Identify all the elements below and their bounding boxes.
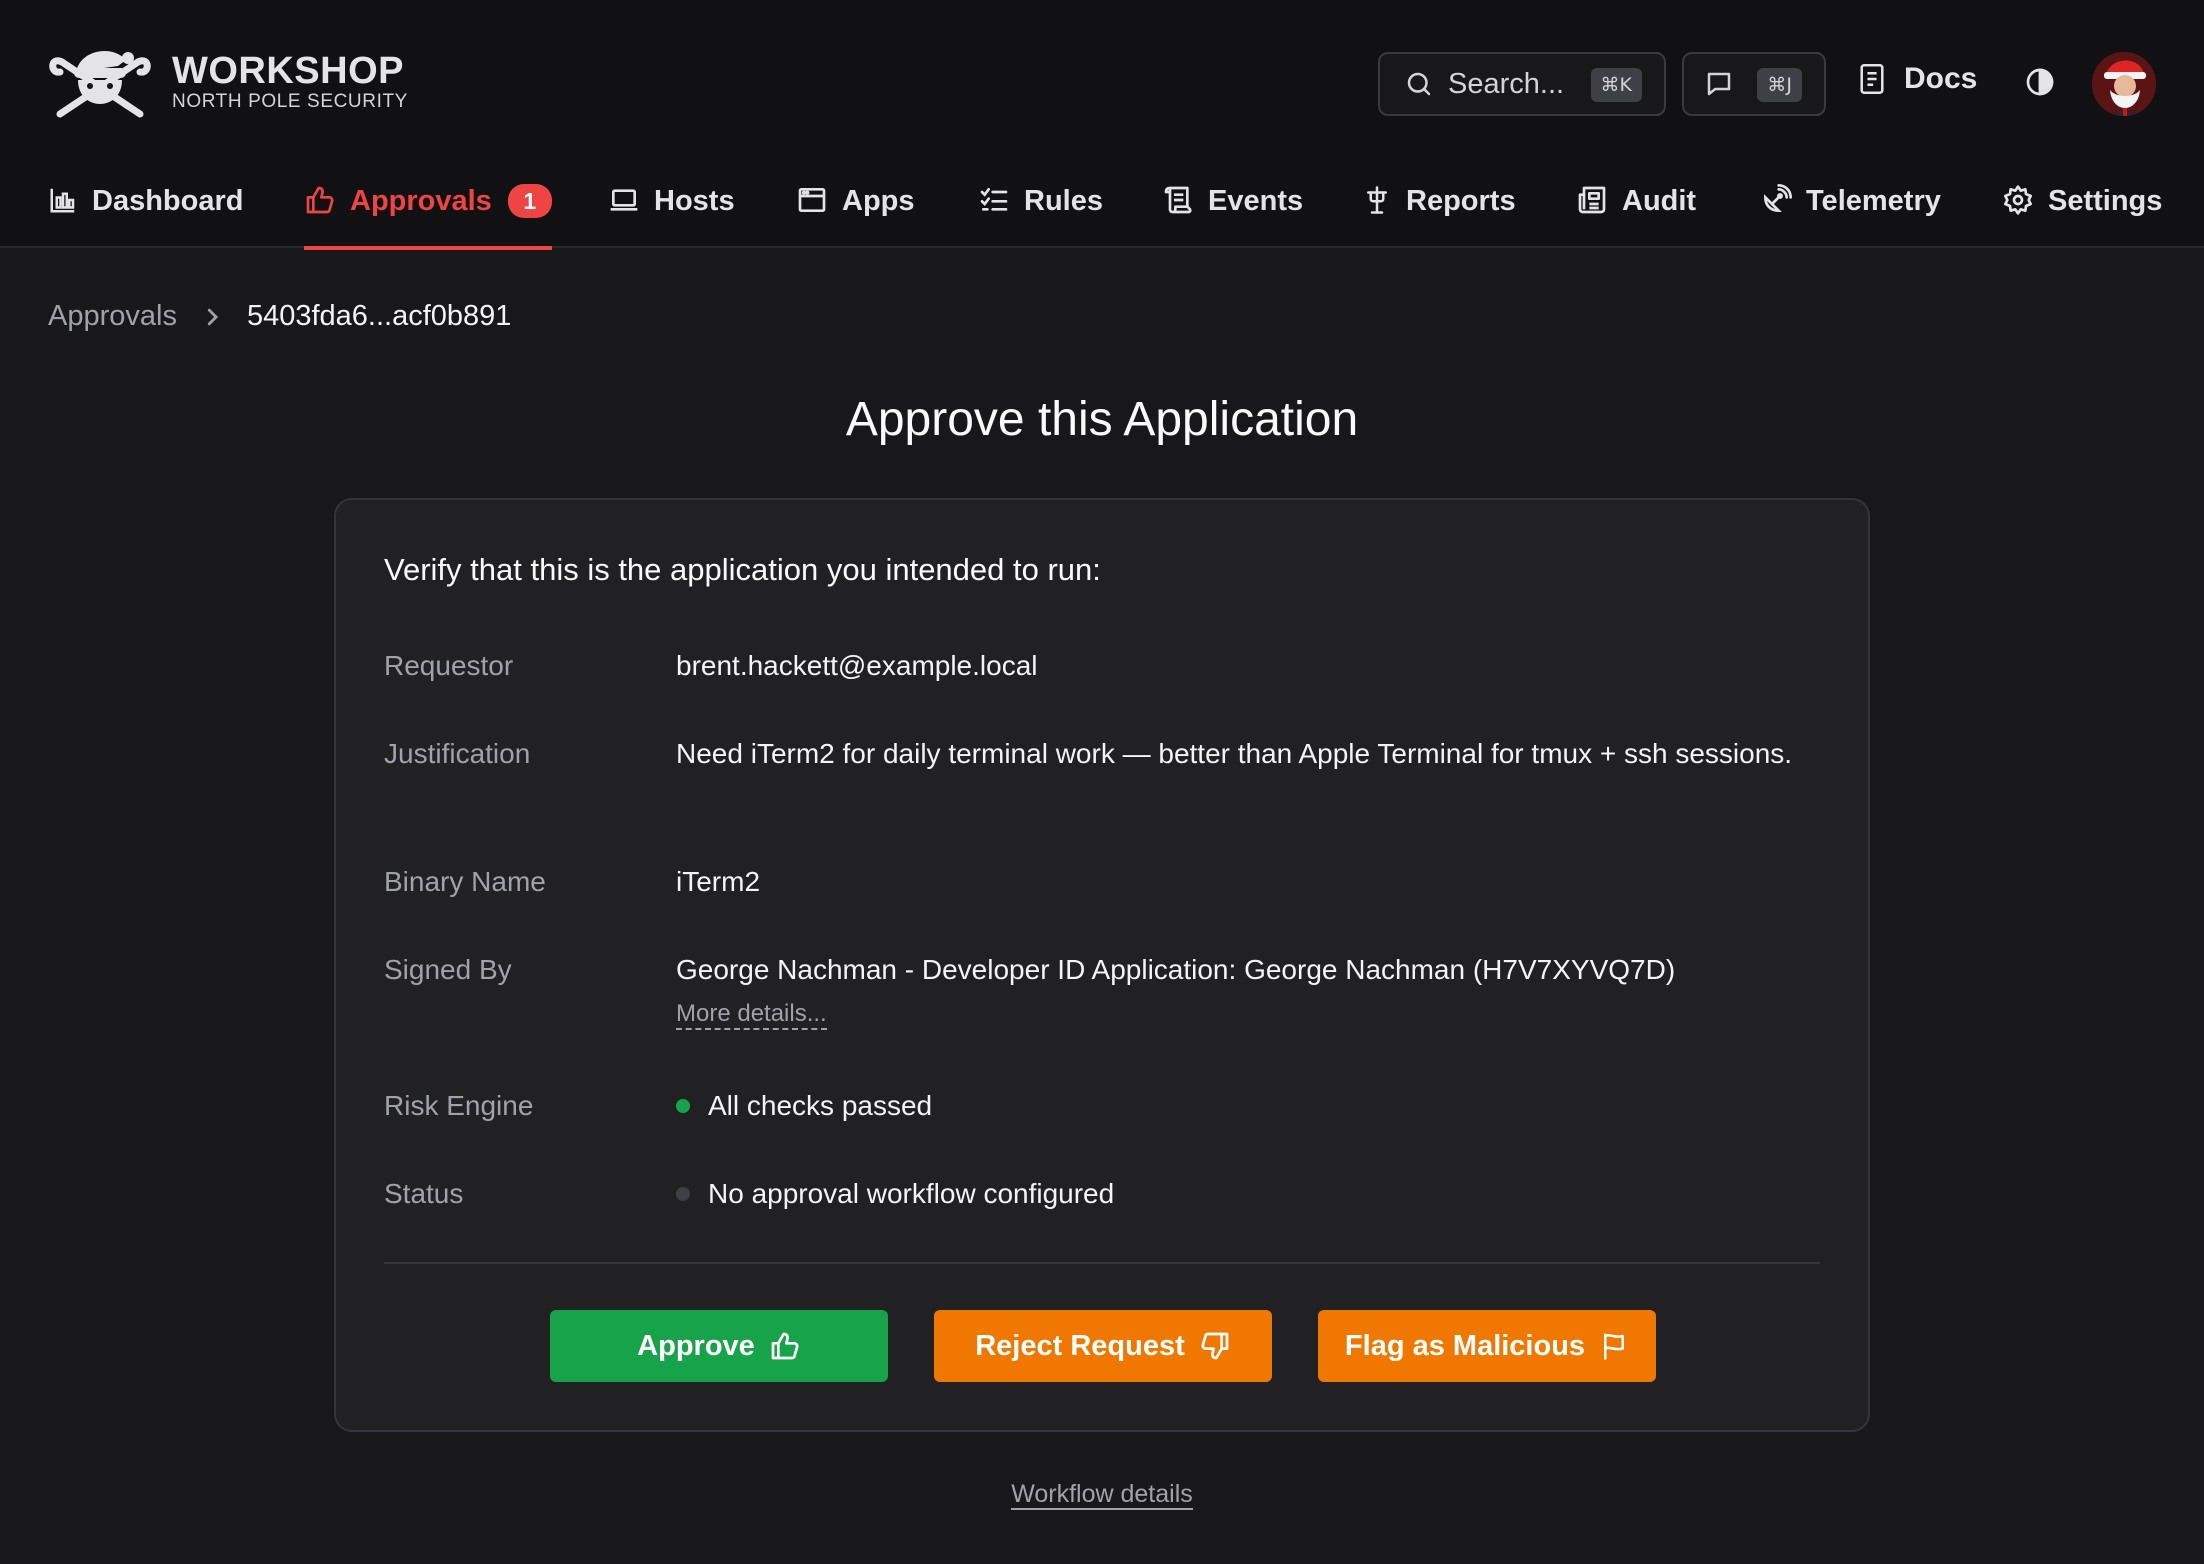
nav-label: Reports: [1406, 185, 1516, 217]
theme-toggle-button[interactable]: [2024, 66, 2056, 98]
requestor-value: brent.hackett@example.local: [676, 650, 1038, 681]
reject-request-button[interactable]: Reject Request: [934, 1310, 1272, 1382]
avatar-image: [2092, 52, 2156, 116]
laptop-icon: [610, 189, 638, 211]
reject-label: Reject Request: [975, 1329, 1185, 1362]
search-icon: [1407, 72, 1431, 96]
nav-item-audit[interactable]: Audit: [1576, 168, 1696, 248]
nav-item-apps[interactable]: Apps: [796, 168, 915, 248]
nav-item-approvals[interactable]: Approvals 1: [304, 168, 552, 250]
brand-logo[interactable]: WORKSHOP NORTH POLE SECURITY: [46, 42, 408, 122]
breadcrumb-current: 5403fda6...acf0b891: [246, 300, 512, 332]
nav-label: Hosts: [654, 185, 735, 217]
chat-shortcut: ⌘J: [1757, 68, 1802, 102]
search-shortcut: ⌘K: [1590, 68, 1642, 102]
pin-icon: [1367, 186, 1387, 214]
workflow-details-link[interactable]: Workflow details: [1011, 1480, 1193, 1510]
risk-status-dot: [676, 1099, 690, 1113]
satellite-icon: [1763, 184, 1792, 213]
card-heading: Verify that this is the application you …: [384, 552, 1101, 587]
workshop-logo-icon: [49, 50, 151, 118]
document-icon: [1860, 64, 1884, 94]
brand-title: WORKSHOP: [172, 50, 404, 92]
page-title: Approve this Application: [845, 393, 1359, 446]
chevron-right-icon: [207, 308, 219, 325]
thumbs-up-icon: [306, 186, 334, 214]
binary-name-label: Binary Name: [384, 866, 546, 897]
nav-item-reports[interactable]: Reports: [1362, 168, 1516, 248]
gear-icon: [2004, 185, 2032, 215]
top-bar: WORKSHOP NORTH POLE SECURITY Search... ⌘…: [0, 0, 2204, 250]
checklist-icon: [980, 188, 1008, 211]
nav-label: Dashboard: [92, 185, 244, 217]
nav-label: Approvals: [350, 185, 492, 217]
approvals-count-badge: 1: [507, 184, 552, 218]
signed-by-label: Signed By: [384, 954, 512, 985]
status-value: No approval workflow configured: [708, 1178, 1115, 1209]
nav-label: Settings: [2048, 185, 2163, 217]
main-nav: Dashboard Approvals 1 Hosts Apps Rules E…: [0, 168, 2204, 250]
approve-label: Approve: [637, 1329, 755, 1362]
nav-item-events[interactable]: Events: [1162, 168, 1303, 248]
flag-malicious-button[interactable]: Flag as Malicious: [1318, 1310, 1656, 1382]
nav-label: Apps: [842, 185, 915, 217]
nav-item-dashboard[interactable]: Dashboard: [48, 168, 243, 248]
nav-label: Audit: [1622, 185, 1697, 217]
nav-item-rules[interactable]: Rules: [978, 168, 1103, 248]
chat-icon: [1707, 72, 1731, 96]
risk-engine-value: All checks passed: [708, 1090, 933, 1121]
search-label: Search...: [1448, 67, 1565, 100]
nav-item-hosts[interactable]: Hosts: [608, 168, 735, 248]
search-button[interactable]: Search... ⌘K: [1378, 52, 1666, 116]
newspaper-icon: [1578, 186, 1606, 214]
flag-icon: [1604, 1333, 1625, 1360]
docs-label: Docs: [1904, 62, 1978, 95]
flag-label: Flag as Malicious: [1344, 1329, 1586, 1362]
bar-chart-icon: [50, 188, 75, 213]
binary-name-value: iTerm2: [676, 866, 761, 897]
approve-button[interactable]: Approve: [550, 1310, 888, 1382]
risk-engine-label: Risk Engine: [384, 1090, 534, 1121]
status-dot: [676, 1187, 690, 1201]
nav-label: Telemetry: [1806, 185, 1941, 217]
breadcrumb: Approvals 5403fda6...acf0b891: [48, 300, 511, 333]
breadcrumb-approvals-link[interactable]: Approvals: [48, 300, 177, 333]
status-label: Status: [384, 1178, 464, 1209]
nav-label: Rules: [1024, 185, 1103, 217]
card-divider: [384, 1262, 1820, 1264]
justification-label: Justification: [384, 738, 531, 769]
brand-subtitle: NORTH POLE SECURITY: [172, 91, 408, 112]
approval-card: Verify that this is the application you …: [334, 498, 1870, 1432]
thumbs-down-icon: [1201, 1332, 1229, 1360]
window-icon: [798, 188, 826, 212]
contrast-icon: [2026, 68, 2054, 96]
justification-value: Need iTerm2 for daily terminal work — be…: [676, 738, 1793, 769]
chat-button[interactable]: ⌘J: [1682, 52, 1826, 116]
user-avatar[interactable]: [2092, 52, 2156, 116]
nav-item-settings[interactable]: Settings: [2002, 168, 2162, 248]
scroll-icon: [1164, 186, 1192, 214]
nav-item-telemetry[interactable]: Telemetry: [1760, 168, 1941, 248]
thumbs-up-icon: [771, 1332, 799, 1360]
workflow-details-link-wrap: Workflow details: [0, 1480, 2204, 1510]
requestor-label: Requestor: [384, 650, 514, 681]
nav-label: Events: [1208, 185, 1304, 217]
signed-by-value-wrap: George Nachman - Developer ID Applicatio…: [676, 950, 1796, 1032]
status-value-wrap: No approval workflow configured: [676, 1174, 1796, 1214]
signed-by-value: George Nachman - Developer ID Applicatio…: [676, 954, 1676, 985]
more-details-link[interactable]: More details...: [676, 1000, 827, 1030]
docs-link[interactable]: Docs: [1858, 62, 1977, 96]
risk-engine-value-wrap: All checks passed: [676, 1086, 1796, 1126]
